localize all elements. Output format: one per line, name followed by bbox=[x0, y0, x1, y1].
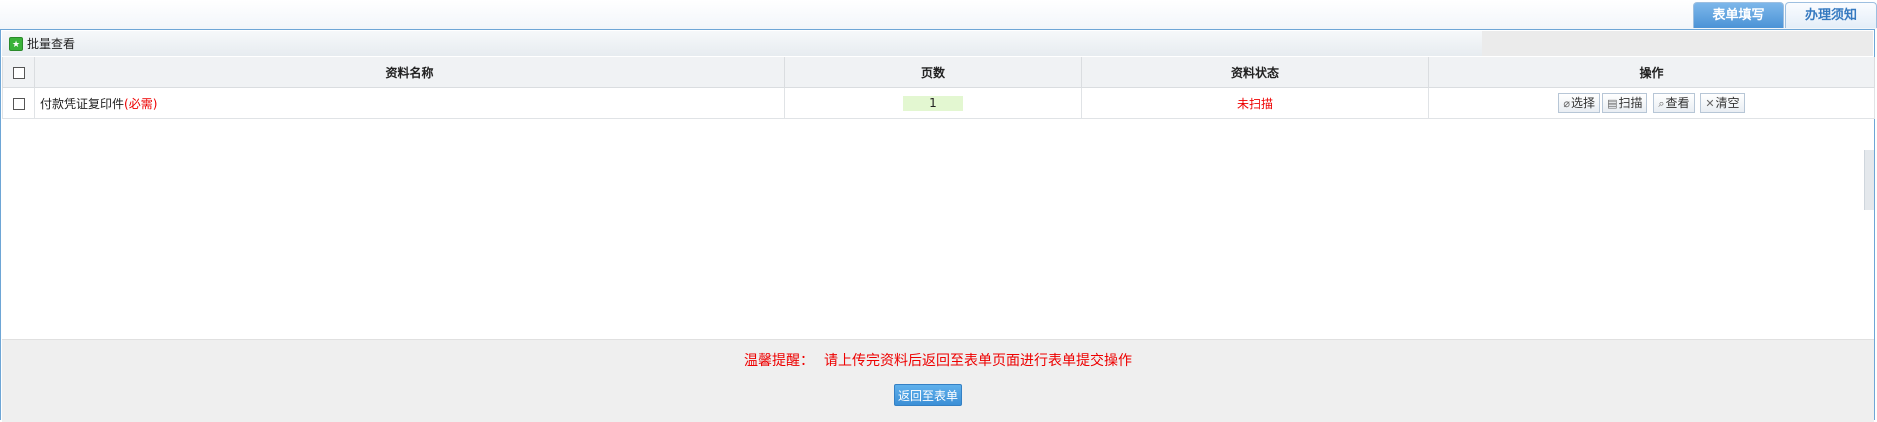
select-all-cell bbox=[2, 57, 35, 88]
paperclip-icon: ⌀ bbox=[1563, 97, 1571, 110]
required-marker: (必需) bbox=[124, 96, 158, 111]
pages-value: 1 bbox=[903, 95, 963, 111]
magnifier-icon: ⌕ bbox=[1658, 97, 1665, 110]
materials-table: 资料名称 页数 资料状态 操作 付款凭证复印件(必需) 1 未扫描 ⌀选择 ▤扫… bbox=[2, 57, 1875, 119]
back-to-form-button[interactable]: 返回至表单 bbox=[894, 384, 962, 406]
scan-label: 扫描 bbox=[1618, 96, 1643, 110]
view-label: 查看 bbox=[1665, 96, 1690, 110]
batch-view-label: 批量查看 bbox=[27, 37, 76, 51]
tip-message: 温馨提醒： 请上传完资料后返回至表单页面进行表单提交操作 bbox=[2, 350, 1874, 370]
toolbar-filler bbox=[1482, 31, 1873, 56]
table-header-row: 资料名称 页数 资料状态 操作 bbox=[2, 57, 1875, 88]
select-label: 选择 bbox=[1571, 96, 1596, 110]
content-frame: ★ 批量查看 资料名称 页数 资料状态 操作 付款凭证复印件(必需) 1 未扫描… bbox=[0, 29, 1875, 422]
select-file-button[interactable]: ⌀选择 bbox=[1558, 93, 1601, 113]
pages-cell: 1 bbox=[784, 87, 1082, 119]
row-checkbox[interactable] bbox=[12, 97, 25, 110]
status-text: 未扫描 bbox=[1236, 96, 1273, 111]
select-all-checkbox[interactable] bbox=[12, 66, 25, 79]
clear-label: 清空 bbox=[1715, 96, 1740, 110]
table-row: 付款凭证复印件(必需) 1 未扫描 ⌀选择 ▤扫描 ⌕查看 ✕清空 bbox=[2, 87, 1875, 119]
tab-instructions[interactable]: 办理须知 bbox=[1785, 2, 1877, 28]
status-cell: 未扫描 bbox=[1081, 87, 1429, 119]
footer-panel: 温馨提醒： 请上传完资料后返回至表单页面进行表单提交操作 返回至表单 bbox=[2, 339, 1874, 422]
header-actions: 操作 bbox=[1428, 57, 1875, 88]
tab-form-fill[interactable]: 表单填写 bbox=[1693, 2, 1784, 28]
toolbar: ★ 批量查看 bbox=[2, 31, 1482, 56]
actions-cell: ⌀选择 ▤扫描 ⌕查看 ✕清空 bbox=[1428, 87, 1875, 119]
scrollbar[interactable] bbox=[1864, 150, 1874, 210]
tip-label: 温馨提醒： bbox=[744, 353, 814, 369]
header-pages: 页数 bbox=[784, 57, 1082, 88]
header-name: 资料名称 bbox=[34, 57, 785, 88]
clear-button[interactable]: ✕清空 bbox=[1700, 93, 1745, 113]
view-button[interactable]: ⌕查看 bbox=[1653, 93, 1695, 113]
star-icon: ★ bbox=[9, 37, 23, 51]
material-name: 付款凭证复印件 bbox=[40, 96, 125, 111]
top-bar: 表单填写 办理须知 bbox=[0, 0, 1877, 29]
close-icon: ✕ bbox=[1705, 97, 1715, 110]
batch-view-button[interactable]: ★ 批量查看 bbox=[9, 36, 75, 52]
scanner-icon: ▤ bbox=[1607, 97, 1618, 110]
scan-button[interactable]: ▤扫描 bbox=[1602, 93, 1648, 113]
header-status: 资料状态 bbox=[1081, 57, 1429, 88]
row-select-cell bbox=[2, 87, 35, 119]
tip-text: 请上传完资料后返回至表单页面进行表单提交操作 bbox=[824, 353, 1132, 369]
material-name-cell: 付款凭证复印件(必需) bbox=[34, 87, 785, 119]
